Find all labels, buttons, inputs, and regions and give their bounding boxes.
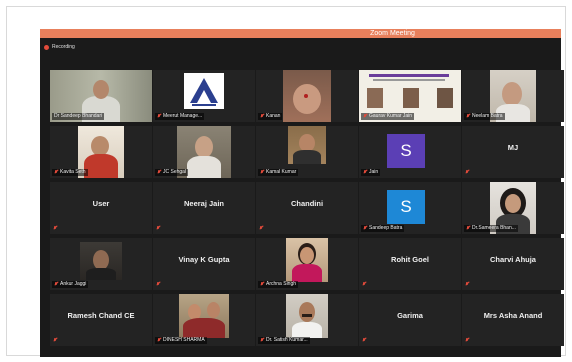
- mic-muted-icon: [363, 170, 367, 175]
- participant-name: Dr Sandeep Bhandari: [52, 113, 105, 120]
- participant-tile[interactable]: Ankur Jaggi: [50, 238, 152, 290]
- participant-name: Kamal Kumar: [258, 169, 299, 176]
- participant-tile[interactable]: Vinay K Gupta: [153, 238, 255, 290]
- recording-dot-icon: [44, 44, 49, 50]
- organization-logo: [184, 73, 224, 109]
- mic-muted-icon: [363, 114, 367, 119]
- participant-display-name: Neeraj Jain: [183, 199, 225, 208]
- participant-display-name: MJ: [507, 143, 519, 152]
- participant-video: [286, 294, 328, 338]
- mic-muted-icon: [156, 226, 160, 231]
- participant-display-name: Vinay K Gupta: [178, 255, 230, 264]
- participant-name: Sandeep Batra: [361, 225, 405, 232]
- mic-muted-icon: [53, 338, 57, 343]
- mic-muted-icon: [156, 282, 160, 287]
- mic-muted-icon: [362, 282, 366, 287]
- participant-display-name: Garima: [397, 311, 423, 320]
- participant-tile[interactable]: Mrs Asha Anand: [462, 294, 564, 346]
- participant-tile[interactable]: Archna Singh: [256, 238, 358, 290]
- participant-name: Ankur Jaggi: [52, 281, 89, 288]
- participant-name: DINESH SHARMA: [155, 337, 207, 344]
- participant-tile[interactable]: Dr Sandeep Bhandari: [50, 70, 152, 122]
- participant-tile[interactable]: Kanan: [256, 70, 358, 122]
- participant-name: Dr. Satish Kumar...: [258, 337, 310, 344]
- mic-muted-icon: [53, 226, 57, 231]
- title-bar: Zoom Meeting: [40, 29, 561, 38]
- mic-muted-icon: [260, 282, 264, 287]
- participant-display-name: Chandini: [290, 199, 324, 208]
- participant-tile[interactable]: Dr.Sameera Bhan...: [462, 182, 564, 234]
- mic-muted-icon: [362, 338, 366, 343]
- participant-name: Kanan: [258, 113, 283, 120]
- participant-tile[interactable]: Kavita Seth: [50, 126, 152, 178]
- mic-muted-icon: [54, 282, 58, 287]
- mic-muted-icon: [157, 338, 161, 343]
- participant-tile[interactable]: Neelam Batra: [462, 70, 564, 122]
- mic-muted-icon: [465, 170, 469, 175]
- participant-display-name: Mrs Asha Anand: [483, 311, 543, 320]
- participant-display-name: Rohit Goel: [391, 255, 429, 264]
- mic-muted-icon: [259, 226, 263, 231]
- participant-video: [288, 126, 326, 164]
- participant-avatar: S: [387, 134, 425, 168]
- gallery-grid: Dr Sandeep Bhandari Meerut Manage... Kan…: [50, 70, 564, 350]
- participant-video: [179, 294, 229, 338]
- window-title: Zoom Meeting: [370, 30, 415, 37]
- participant-name: Jain: [361, 169, 381, 176]
- participant-tile[interactable]: Gaurav Kumar Jain: [359, 70, 461, 122]
- mic-muted-icon: [54, 170, 58, 175]
- participant-name: Neelam Batra: [464, 113, 505, 120]
- participant-display-name: Ramesh Chand CE: [67, 311, 135, 320]
- participant-tile[interactable]: Chandini: [256, 182, 358, 234]
- mic-muted-icon: [466, 114, 470, 119]
- participant-tile[interactable]: Meerut Manage...: [153, 70, 255, 122]
- mic-muted-icon: [466, 226, 470, 231]
- participant-tile[interactable]: Kamal Kumar: [256, 126, 358, 178]
- participant-video: [286, 238, 328, 282]
- participant-tile[interactable]: Charvi Ahuja: [462, 238, 564, 290]
- mic-muted-icon: [363, 226, 367, 231]
- participant-tile[interactable]: MJ: [462, 126, 564, 178]
- participant-video: [80, 242, 122, 280]
- participant-tile[interactable]: Rohit Goel: [359, 238, 461, 290]
- participant-tile[interactable]: JC Sehgal: [153, 126, 255, 178]
- participant-tile[interactable]: Dr. Satish Kumar...: [256, 294, 358, 346]
- recording-label: Recording: [52, 44, 75, 50]
- mic-muted-icon: [157, 114, 161, 119]
- participant-tile[interactable]: Neeraj Jain: [153, 182, 255, 234]
- participant-display-name: User: [92, 199, 110, 208]
- participant-video: [283, 70, 331, 122]
- participant-name: Kavita Seth: [52, 169, 88, 176]
- participant-tile[interactable]: Ramesh Chand CE: [50, 294, 152, 346]
- participant-tile[interactable]: User: [50, 182, 152, 234]
- participant-name: Gaurav Kumar Jain: [361, 113, 415, 120]
- participant-name: Meerut Manage...: [155, 113, 205, 120]
- participant-avatar: S: [387, 190, 425, 224]
- participant-tile[interactable]: Garima: [359, 294, 461, 346]
- mic-muted-icon: [260, 170, 264, 175]
- mic-muted-icon: [260, 114, 264, 119]
- mic-muted-icon: [260, 338, 264, 343]
- participant-tile[interactable]: S Jain: [359, 126, 461, 178]
- mic-muted-icon: [157, 170, 161, 175]
- participant-name: Dr.Sameera Bhan...: [464, 225, 518, 232]
- participant-display-name: Charvi Ahuja: [490, 255, 536, 264]
- screenshot-frame: Zoom Meeting Recording Dr Sandeep Bhanda…: [6, 6, 566, 357]
- mic-muted-icon: [465, 338, 469, 343]
- participant-tile[interactable]: S Sandeep Batra: [359, 182, 461, 234]
- participant-tile[interactable]: DINESH SHARMA: [153, 294, 255, 346]
- participant-name: Archna Singh: [258, 281, 299, 288]
- participant-name: JC Sehgal: [155, 169, 189, 176]
- recording-indicator[interactable]: Recording: [44, 43, 75, 51]
- mic-muted-icon: [465, 282, 469, 287]
- zoom-window: Zoom Meeting Recording Dr Sandeep Bhanda…: [40, 29, 564, 357]
